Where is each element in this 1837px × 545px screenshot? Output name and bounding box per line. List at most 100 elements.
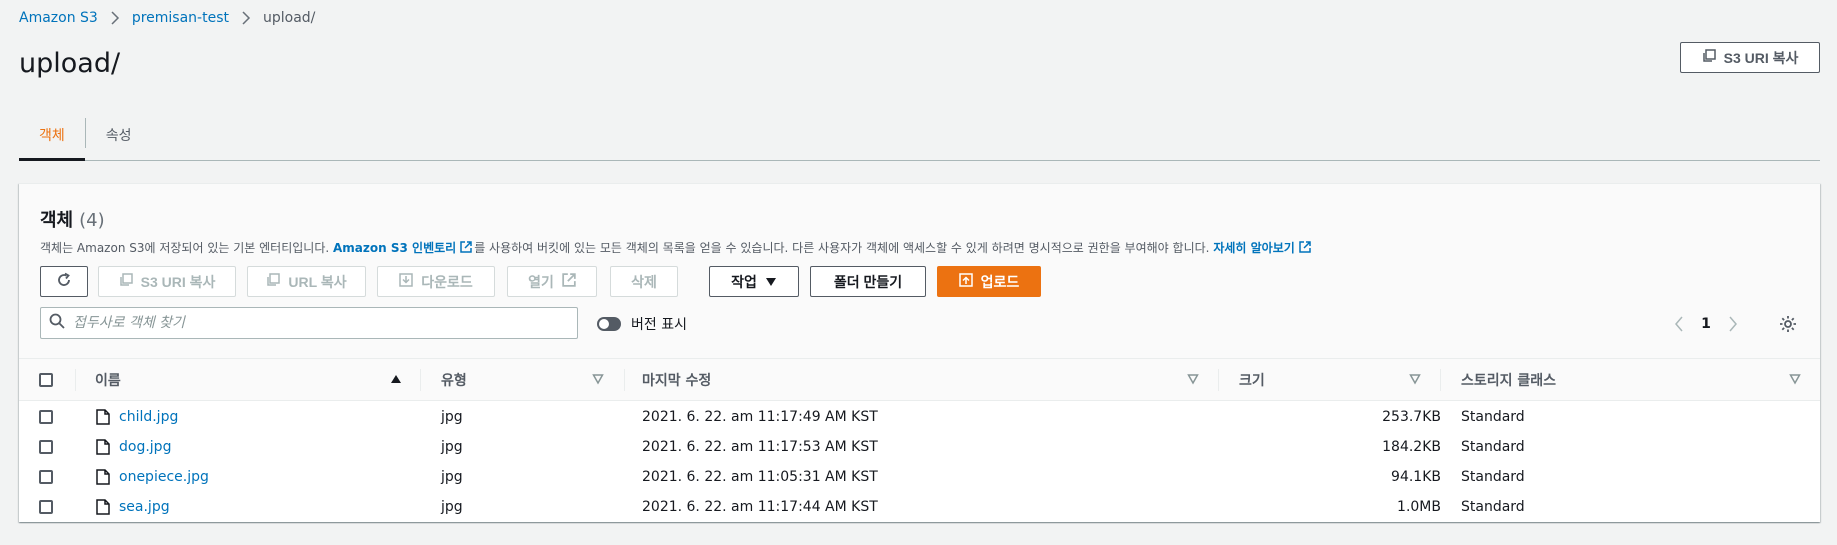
pagination: 1 [1667, 312, 1745, 336]
file-icon [96, 402, 110, 432]
objects-panel: 객체 (4) 객체는 Amazon S3에 저장되어 있는 기본 엔터티입니다. … [19, 183, 1820, 522]
download-button[interactable]: 다운로드 [377, 266, 495, 297]
actions-dropdown[interactable]: 작업 [709, 266, 799, 297]
show-versions-label: 버전 표시 [631, 317, 687, 333]
row-select-cell [39, 432, 53, 462]
object-modified: 2021. 6. 22. am 11:17:53 AM KST [642, 439, 878, 455]
description-middle: 를 사용하여 버킷에 있는 모든 객체의 목록을 얻을 수 있습니다. 다른 사… [474, 241, 1210, 255]
select-all-cell [39, 359, 53, 401]
chevron-right-icon [110, 11, 120, 25]
chevron-right-icon [241, 11, 251, 25]
create-folder-label: 폴더 만들기 [833, 273, 903, 290]
object-size: 1.0MB [1397, 499, 1441, 515]
current-page-number[interactable]: 1 [1691, 316, 1721, 332]
search-box [40, 307, 578, 339]
breadcrumb-current: upload/ [263, 10, 316, 26]
open-label: 열기 [528, 273, 554, 290]
sort-icon[interactable] [592, 373, 604, 389]
search-input[interactable] [73, 315, 553, 331]
object-modified: 2021. 6. 22. am 11:17:44 AM KST [642, 499, 878, 515]
learn-more-link[interactable]: 자세히 알아보기 [1213, 241, 1294, 255]
copy-s3-uri-button[interactable]: S3 URI 복사 [1680, 42, 1820, 73]
file-icon [96, 492, 110, 522]
next-page-button[interactable] [1721, 312, 1745, 336]
upload-label: 업로드 [980, 273, 1020, 290]
upload-button[interactable]: 업로드 [937, 266, 1041, 297]
object-name-link[interactable]: sea.jpg [119, 492, 170, 522]
object-size: 253.7KB [1382, 409, 1441, 425]
tab-properties[interactable]: 속성 [86, 110, 152, 160]
column-header-storage-class[interactable]: 스토리지 클래스 [1461, 359, 1556, 401]
copy-icon [266, 273, 281, 290]
external-link-icon [460, 241, 472, 256]
objects-panel-title: 객체 (4) [40, 206, 105, 232]
row-checkbox[interactable] [39, 440, 53, 454]
object-type: jpg [441, 499, 463, 515]
object-name-link[interactable]: dog.jpg [119, 432, 171, 462]
object-type: jpg [441, 439, 463, 455]
column-divider [420, 369, 421, 391]
objects-panel-header: 객체 (4) 객체는 Amazon S3에 저장되어 있는 기본 엔터티입니다. … [19, 184, 1820, 359]
panel-title-text: 객체 [40, 210, 74, 231]
create-folder-button[interactable]: 폴더 만들기 [810, 266, 926, 297]
sort-icon[interactable] [1187, 373, 1199, 389]
refresh-button[interactable] [40, 266, 88, 297]
table-header: 이름 유형 마지막 수정 크기 스토리지 클래스 [19, 359, 1820, 401]
gear-icon[interactable] [1777, 313, 1799, 335]
column-header-name[interactable]: 이름 [95, 359, 121, 401]
row-checkbox[interactable] [39, 500, 53, 514]
column-header-type[interactable]: 유형 [441, 359, 467, 401]
tab-bar: 객체 속성 [19, 110, 1820, 161]
show-versions-toggle[interactable] [597, 317, 621, 331]
column-divider [75, 369, 76, 391]
sort-icon[interactable] [1409, 373, 1421, 389]
table-row: child.jpg jpg 2021. 6. 22. am 11:17:49 A… [19, 402, 1820, 432]
breadcrumb-bucket[interactable]: premisan-test [132, 10, 229, 26]
column-header-size[interactable]: 크기 [1239, 359, 1265, 401]
object-name-link[interactable]: child.jpg [119, 402, 178, 432]
copy-icon [119, 273, 133, 290]
object-storage-class: Standard [1461, 469, 1525, 485]
copy-s3-uri-label: S3 URI 복사 [1723, 49, 1799, 66]
tab-objects[interactable]: 객체 [19, 110, 85, 161]
row-checkbox[interactable] [39, 410, 53, 424]
table-row: onepiece.jpg jpg 2021. 6. 22. am 11:05:3… [19, 462, 1820, 492]
open-button[interactable]: 열기 [507, 266, 597, 297]
tab-objects-label: 객체 [39, 128, 65, 144]
column-header-modified[interactable]: 마지막 수정 [642, 359, 711, 401]
copy-s3-uri-toolbar-label: S3 URI 복사 [140, 273, 216, 290]
object-size: 184.2KB [1382, 439, 1441, 455]
column-divider [1440, 369, 1441, 391]
copy-url-button[interactable]: URL 복사 [247, 266, 366, 297]
search-icon [49, 313, 65, 333]
sort-ascending-icon[interactable] [390, 373, 402, 389]
object-size: 94.1KB [1391, 469, 1441, 485]
select-all-checkbox[interactable] [39, 373, 53, 387]
row-checkbox[interactable] [39, 470, 53, 484]
row-select-cell [39, 492, 53, 522]
file-icon [96, 432, 110, 462]
object-modified: 2021. 6. 22. am 11:17:49 AM KST [642, 409, 878, 425]
upload-icon [958, 273, 973, 290]
delete-button[interactable]: 삭제 [610, 266, 678, 297]
table-row: sea.jpg jpg 2021. 6. 22. am 11:17:44 AM … [19, 492, 1820, 522]
copy-icon [1702, 49, 1716, 66]
object-storage-class: Standard [1461, 499, 1525, 515]
table-row: dog.jpg jpg 2021. 6. 22. am 11:17:53 AM … [19, 432, 1820, 462]
inventory-link[interactable]: Amazon S3 인벤토리 [333, 241, 456, 255]
breadcrumb: Amazon S3 premisan-test upload/ [19, 8, 315, 28]
row-select-cell [39, 462, 53, 492]
refresh-icon [56, 272, 72, 291]
download-label: 다운로드 [421, 273, 473, 290]
tab-properties-label: 속성 [105, 128, 132, 144]
breadcrumb-amazon-s3[interactable]: Amazon S3 [19, 10, 98, 26]
copy-url-label: URL 복사 [288, 273, 347, 290]
previous-page-button[interactable] [1667, 312, 1691, 336]
external-link-icon [1299, 241, 1311, 256]
sort-icon[interactable] [1789, 373, 1801, 389]
object-name-link[interactable]: onepiece.jpg [119, 462, 209, 492]
delete-label: 삭제 [631, 273, 657, 290]
column-divider [624, 369, 625, 391]
column-divider [1218, 369, 1219, 391]
copy-s3-uri-toolbar-button[interactable]: S3 URI 복사 [98, 266, 236, 297]
